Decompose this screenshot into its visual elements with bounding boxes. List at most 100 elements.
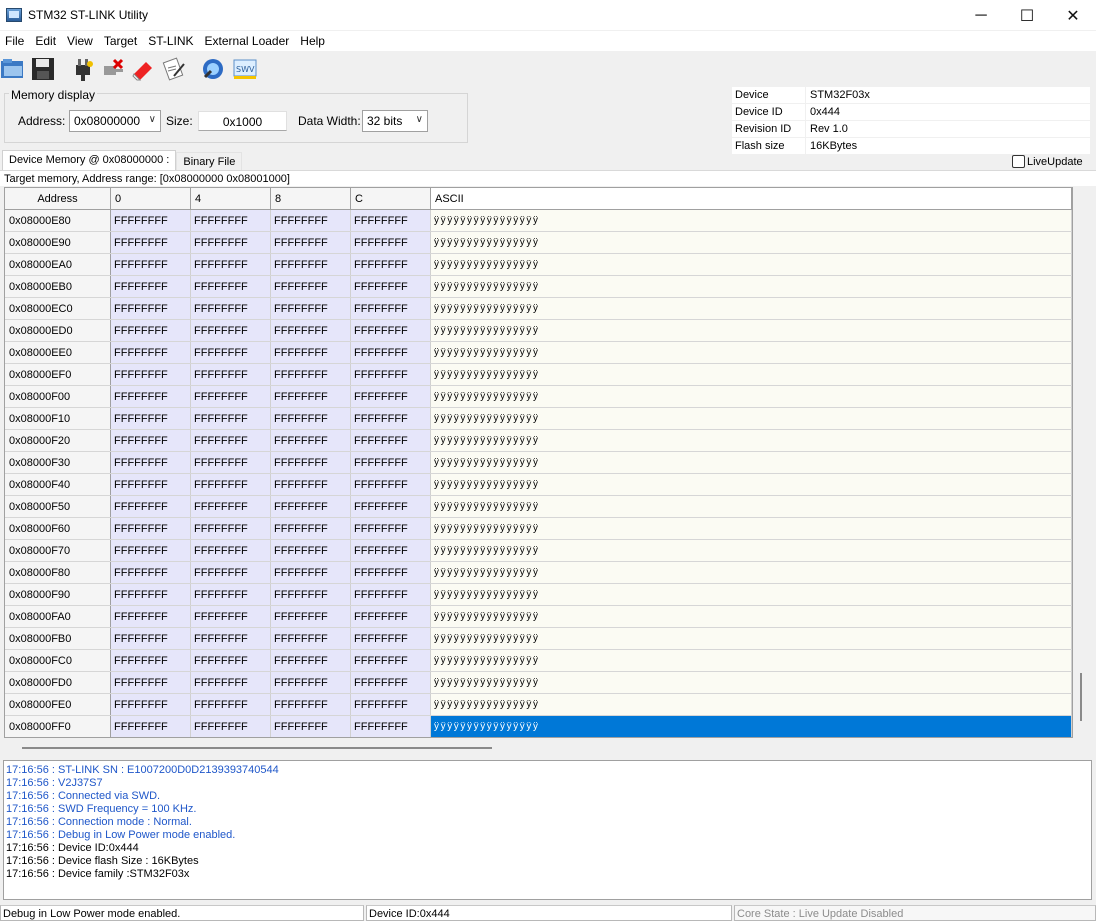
vertical-scrollbar[interactable] bbox=[1073, 187, 1089, 738]
value-cell[interactable]: FFFFFFFF bbox=[271, 386, 351, 407]
address-cell[interactable]: 0x08000FB0 bbox=[5, 628, 111, 649]
chevron-down-icon[interactable]: ∨ bbox=[149, 114, 156, 125]
value-cell[interactable]: FFFFFFFF bbox=[351, 474, 431, 495]
value-cell[interactable]: FFFFFFFF bbox=[351, 232, 431, 253]
value-cell[interactable]: FFFFFFFF bbox=[111, 210, 191, 231]
value-cell[interactable]: FFFFFFFF bbox=[351, 430, 431, 451]
value-cell[interactable]: FFFFFFFF bbox=[351, 364, 431, 385]
value-cell[interactable]: FFFFFFFF bbox=[271, 408, 351, 429]
value-cell[interactable]: FFFFFFFF bbox=[351, 584, 431, 605]
table-row[interactable]: 0x08000FC0 FFFFFFFF FFFFFFFF FFFFFFFF FFFFFF… bbox=[5, 650, 1072, 672]
menu-st-link[interactable]: ST-LINK bbox=[143, 34, 199, 48]
address-cell[interactable]: 0x08000F40 bbox=[5, 474, 111, 495]
value-cell[interactable]: FFFFFFFF bbox=[111, 298, 191, 319]
value-cell[interactable]: FFFFFFFF bbox=[111, 606, 191, 627]
value-cell[interactable]: FFFFFFFF bbox=[191, 474, 271, 495]
value-cell[interactable]: FFFFFFFF bbox=[111, 474, 191, 495]
value-cell[interactable]: FFFFFFFF bbox=[351, 606, 431, 627]
table-row[interactable]: 0x08000EB0 FFFFFFFF FFFFFFFF FFFFFFFF FFFFFF… bbox=[5, 276, 1072, 298]
value-cell[interactable]: FFFFFFFF bbox=[111, 694, 191, 715]
value-cell[interactable]: FFFFFFFF bbox=[351, 386, 431, 407]
value-cell[interactable]: FFFFFFFF bbox=[351, 342, 431, 363]
value-cell[interactable]: FFFFFFFF bbox=[111, 276, 191, 297]
close-button[interactable]: ✕ bbox=[1050, 0, 1096, 31]
value-cell[interactable]: FFFFFFFF bbox=[351, 496, 431, 517]
value-cell[interactable]: FFFFFFFF bbox=[191, 562, 271, 583]
ascii-cell[interactable]: ÿÿÿÿÿÿÿÿÿÿÿÿÿÿÿÿ bbox=[431, 518, 1072, 539]
save-icon[interactable] bbox=[30, 56, 56, 82]
tab-binary-file[interactable]: Binary File bbox=[176, 152, 243, 170]
menu-external-loader[interactable]: External Loader bbox=[200, 34, 296, 48]
tab-device-memory[interactable]: Device Memory @ 0x08000000 : bbox=[2, 150, 177, 170]
table-row[interactable]: 0x08000FA0 FFFFFFFF FFFFFFFF FFFFFFFF FFFFFF… bbox=[5, 606, 1072, 628]
address-cell[interactable]: 0x08000FC0 bbox=[5, 650, 111, 671]
value-cell[interactable]: FFFFFFFF bbox=[271, 254, 351, 275]
address-cell[interactable]: 0x08000F10 bbox=[5, 408, 111, 429]
value-cell[interactable]: FFFFFFFF bbox=[351, 254, 431, 275]
value-cell[interactable]: FFFFFFFF bbox=[351, 408, 431, 429]
erase-chip-icon[interactable] bbox=[130, 56, 156, 82]
value-cell[interactable]: FFFFFFFF bbox=[191, 716, 271, 737]
program-verify-icon[interactable] bbox=[160, 56, 186, 82]
value-cell[interactable]: FFFFFFFF bbox=[271, 672, 351, 693]
value-cell[interactable]: FFFFFFFF bbox=[271, 298, 351, 319]
value-cell[interactable]: FFFFFFFF bbox=[271, 232, 351, 253]
value-cell[interactable]: FFFFFFFF bbox=[191, 628, 271, 649]
column-header-ascii[interactable]: ASCII bbox=[431, 188, 1072, 209]
address-cell[interactable]: 0x08000EB0 bbox=[5, 276, 111, 297]
value-cell[interactable]: FFFFFFFF bbox=[191, 606, 271, 627]
ascii-cell[interactable]: ÿÿÿÿÿÿÿÿÿÿÿÿÿÿÿÿ bbox=[431, 584, 1072, 605]
table-row[interactable]: 0x08000F80 FFFFFFFF FFFFFFFF FFFFFFFF FFFFFF… bbox=[5, 562, 1072, 584]
value-cell[interactable]: FFFFFFFF bbox=[271, 716, 351, 737]
value-cell[interactable]: FFFFFFFF bbox=[351, 320, 431, 341]
value-cell[interactable]: FFFFFFFF bbox=[191, 650, 271, 671]
value-cell[interactable]: FFFFFFFF bbox=[191, 408, 271, 429]
table-row[interactable]: 0x08000EE0 FFFFFFFF FFFFFFFF FFFFFFFF FFFFFF… bbox=[5, 342, 1072, 364]
address-cell[interactable]: 0x08000EF0 bbox=[5, 364, 111, 385]
value-cell[interactable]: FFFFFFFF bbox=[271, 210, 351, 231]
column-header-c[interactable]: C bbox=[351, 188, 431, 209]
open-file-icon[interactable] bbox=[0, 56, 26, 82]
address-cell[interactable]: 0x08000EE0 bbox=[5, 342, 111, 363]
log-console[interactable]: 17:16:56 : ST-LINK SN : E1007200D0D21393… bbox=[3, 760, 1092, 900]
ascii-cell[interactable]: ÿÿÿÿÿÿÿÿÿÿÿÿÿÿÿÿ bbox=[431, 320, 1072, 341]
table-row[interactable]: 0x08000F90 FFFFFFFF FFFFFFFF FFFFFFFF FFFFFF… bbox=[5, 584, 1072, 606]
address-cell[interactable]: 0x08000E80 bbox=[5, 210, 111, 231]
value-cell[interactable]: FFFFFFFF bbox=[271, 496, 351, 517]
ascii-cell[interactable]: ÿÿÿÿÿÿÿÿÿÿÿÿÿÿÿÿ bbox=[431, 210, 1072, 231]
column-header-8[interactable]: 8 bbox=[271, 188, 351, 209]
value-cell[interactable]: FFFFFFFF bbox=[271, 540, 351, 561]
address-cell[interactable]: 0x08000F30 bbox=[5, 452, 111, 473]
scrollbar-thumb[interactable] bbox=[1080, 673, 1082, 721]
table-row[interactable]: 0x08000F30 FFFFFFFF FFFFFFFF FFFFFFFF FFFFFF… bbox=[5, 452, 1072, 474]
table-row[interactable]: 0x08000ED0 FFFFFFFF FFFFFFFF FFFFFFFF FFFFFF… bbox=[5, 320, 1072, 342]
table-row[interactable]: 0x08000E80 FFFFFFFF FFFFFFFF FFFFFFFF FFFFFF… bbox=[5, 210, 1072, 232]
ascii-cell[interactable]: ÿÿÿÿÿÿÿÿÿÿÿÿÿÿÿÿ bbox=[431, 408, 1072, 429]
scrollbar-thumb[interactable] bbox=[22, 747, 492, 749]
address-cell[interactable]: 0x08000F80 bbox=[5, 562, 111, 583]
value-cell[interactable]: FFFFFFFF bbox=[111, 628, 191, 649]
value-cell[interactable]: FFFFFFFF bbox=[111, 518, 191, 539]
value-cell[interactable]: FFFFFFFF bbox=[191, 320, 271, 341]
value-cell[interactable]: FFFFFFFF bbox=[271, 650, 351, 671]
value-cell[interactable]: FFFFFFFF bbox=[191, 210, 271, 231]
value-cell[interactable]: FFFFFFFF bbox=[271, 452, 351, 473]
value-cell[interactable]: FFFFFFFF bbox=[111, 408, 191, 429]
value-cell[interactable]: FFFFFFFF bbox=[351, 694, 431, 715]
value-cell[interactable]: FFFFFFFF bbox=[111, 496, 191, 517]
value-cell[interactable]: FFFFFFFF bbox=[271, 694, 351, 715]
table-row[interactable]: 0x08000E90 FFFFFFFF FFFFFFFF FFFFFFFF FFFFFF… bbox=[5, 232, 1072, 254]
value-cell[interactable]: FFFFFFFF bbox=[271, 430, 351, 451]
address-cell[interactable]: 0x08000FF0 bbox=[5, 716, 111, 737]
value-cell[interactable]: FFFFFFFF bbox=[351, 628, 431, 649]
ascii-cell[interactable]: ÿÿÿÿÿÿÿÿÿÿÿÿÿÿÿÿ bbox=[431, 716, 1072, 737]
value-cell[interactable]: FFFFFFFF bbox=[111, 430, 191, 451]
value-cell[interactable]: FFFFFFFF bbox=[191, 430, 271, 451]
value-cell[interactable]: FFFFFFFF bbox=[351, 298, 431, 319]
address-cell[interactable]: 0x08000ED0 bbox=[5, 320, 111, 341]
value-cell[interactable]: FFFFFFFF bbox=[111, 342, 191, 363]
value-cell[interactable]: FFFFFFFF bbox=[191, 496, 271, 517]
value-cell[interactable]: FFFFFFFF bbox=[191, 276, 271, 297]
table-row[interactable]: 0x08000EF0 FFFFFFFF FFFFFFFF FFFFFFFF FFFFFF… bbox=[5, 364, 1072, 386]
ascii-cell[interactable]: ÿÿÿÿÿÿÿÿÿÿÿÿÿÿÿÿ bbox=[431, 298, 1072, 319]
